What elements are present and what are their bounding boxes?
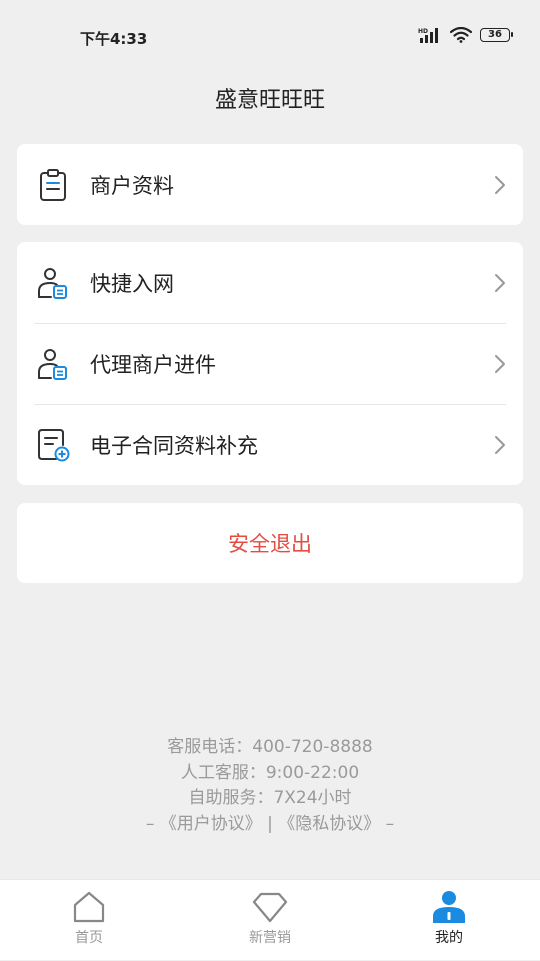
logout-button[interactable]: 安全退出 bbox=[17, 503, 523, 583]
signal-icon: HD bbox=[418, 28, 438, 43]
chevron-right-icon bbox=[495, 435, 505, 454]
chevron-right-icon bbox=[495, 354, 505, 373]
service-info: 客服电话：400-720-8888 人工客服：9:00-22:00 自助服务：7… bbox=[0, 735, 540, 837]
diamond-icon bbox=[252, 892, 288, 923]
menu-item-label: 电子合同资料补充 bbox=[90, 433, 258, 458]
home-icon bbox=[73, 891, 105, 923]
svg-text:HD: HD bbox=[418, 28, 428, 35]
tab-label: 首页 bbox=[75, 930, 103, 946]
user-card-icon bbox=[38, 348, 67, 380]
tab-label: 我的 bbox=[435, 930, 463, 946]
menu-item-quick-onboarding[interactable]: 快捷入网 bbox=[17, 242, 523, 323]
chevron-right-icon bbox=[495, 175, 505, 194]
tab-label: 新营销 bbox=[249, 930, 291, 946]
wifi-icon bbox=[450, 27, 472, 43]
menu-item-e-contract-supplement[interactable]: 电子合同资料补充 bbox=[17, 404, 523, 485]
menu-item-agent-merchant-submission[interactable]: 代理商户进件 bbox=[17, 323, 523, 404]
status-icons: HD 36 bbox=[418, 27, 513, 43]
battery-indicator: 36 bbox=[480, 28, 513, 42]
status-time: 下午4:33 bbox=[80, 30, 148, 48]
tab-home[interactable]: 首页 bbox=[29, 880, 149, 961]
page-header: 盛意旺旺旺 bbox=[0, 68, 540, 128]
onboarding-card: 快捷入网 代理商户进件 电子合同资料补充 bbox=[17, 242, 523, 485]
document-add-icon bbox=[38, 428, 70, 461]
menu-item-label: 快捷入网 bbox=[90, 271, 174, 296]
menu-item-label: 商户资料 bbox=[90, 173, 174, 198]
tab-new-marketing[interactable]: 新营销 bbox=[210, 880, 330, 961]
manual-service-text: 人工客服：9:00-22:00 bbox=[180, 762, 360, 783]
self-service-text: 自助服务：7X24小时 bbox=[188, 788, 352, 808]
agreements-links[interactable]: – 《用户协议》 | 《隐私协议》 – bbox=[0, 812, 540, 838]
menu-item-label: 代理商户进件 bbox=[90, 352, 216, 377]
menu-item-merchant-info[interactable]: 商户资料 bbox=[17, 144, 523, 225]
user-card-icon bbox=[38, 267, 67, 299]
tab-mine[interactable]: 我的 bbox=[389, 880, 509, 961]
merchant-card: 商户资料 bbox=[17, 144, 523, 225]
profile-icon bbox=[433, 891, 465, 923]
page-title: 盛意旺旺旺 bbox=[214, 88, 325, 113]
chevron-right-icon bbox=[495, 273, 505, 292]
status-bar: 下午4:33 HD 36 bbox=[0, 0, 540, 68]
hotline-text: 客服电话：400-720-8888 bbox=[167, 737, 373, 757]
clipboard-icon bbox=[40, 168, 66, 201]
bottom-tab-bar: 首页 新营销 我的 bbox=[0, 879, 540, 960]
